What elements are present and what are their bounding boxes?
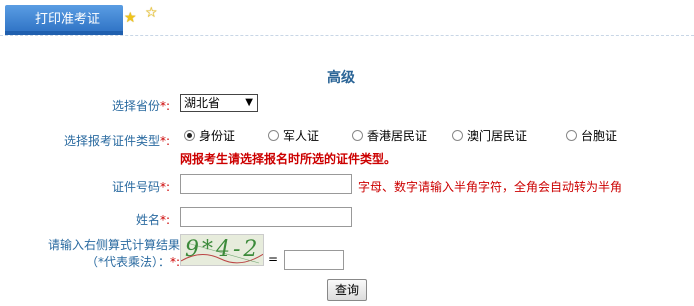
province-label: 选择省份*: [112,97,170,114]
radio-label: 香港居民证 [367,129,428,143]
name-input[interactable] [180,207,352,227]
required-mark: *: [160,213,171,227]
tab-bar: 打印准考证 ★ ☆ [0,0,694,36]
radio-id-card[interactable]: 身份证 [184,128,235,144]
required-mark: *: [160,134,171,148]
radio-military-id[interactable]: 军人证 [268,128,319,144]
query-button[interactable]: 查询 [327,279,367,301]
radio-label: 台胞证 [581,129,618,143]
province-select[interactable]: 湖北省 ▼ [180,94,258,112]
chevron-down-icon: ▼ [245,97,253,108]
required-mark: *: [169,255,181,269]
captcha-image: 9*4-2 [180,234,264,266]
id-type-warning: 网报考生请选择报名时所选的证件类型。 [180,152,397,166]
province-label-text: 选择省份 [112,99,161,113]
radio-taiwan-id[interactable]: 台胞证 [566,128,617,144]
captcha-label-line1: 请输入右侧算式计算结果 [48,238,181,252]
id-number-label: 证件号码*: [112,178,170,195]
captcha-label-line2: （*代表乘法）： [85,255,170,269]
radio-macau-id[interactable]: 澳门居民证 [452,128,527,144]
radio-dot[interactable] [566,130,577,141]
form-title: 高级 [327,70,355,86]
radio-label: 身份证 [199,129,236,143]
star-icon: ☆ [145,5,158,21]
name-label: 姓名*: [136,211,170,228]
id-number-input[interactable] [180,174,352,194]
captcha-expression: 9*4-2 [185,237,261,262]
id-number-label-text: 证件号码 [112,180,161,194]
required-mark: *: [160,180,171,194]
radio-dot[interactable] [452,130,463,141]
required-mark: *: [160,99,171,113]
radio-dot[interactable] [352,130,363,141]
radio-dot[interactable] [268,130,279,141]
id-type-label: 选择报考证件类型*: [64,132,170,149]
radio-dot[interactable] [184,130,195,141]
captcha-label: 请输入右侧算式计算结果 （*代表乘法）：*: [48,237,180,271]
tab-underline [5,31,123,35]
star-icon: ★ [124,10,137,26]
equals-sign: = [268,252,279,266]
name-label-text: 姓名 [136,213,161,227]
captcha-answer-input[interactable] [284,250,344,270]
id-type-label-text: 选择报考证件类型 [64,134,161,148]
id-number-hint: 字母、数字请输入半角字符，全角会自动转为半角 [358,180,623,194]
radio-hongkong-id[interactable]: 香港居民证 [352,128,427,144]
radio-label: 军人证 [283,129,320,143]
province-selected: 湖北省 [184,96,221,110]
radio-label: 澳门居民证 [467,129,528,143]
